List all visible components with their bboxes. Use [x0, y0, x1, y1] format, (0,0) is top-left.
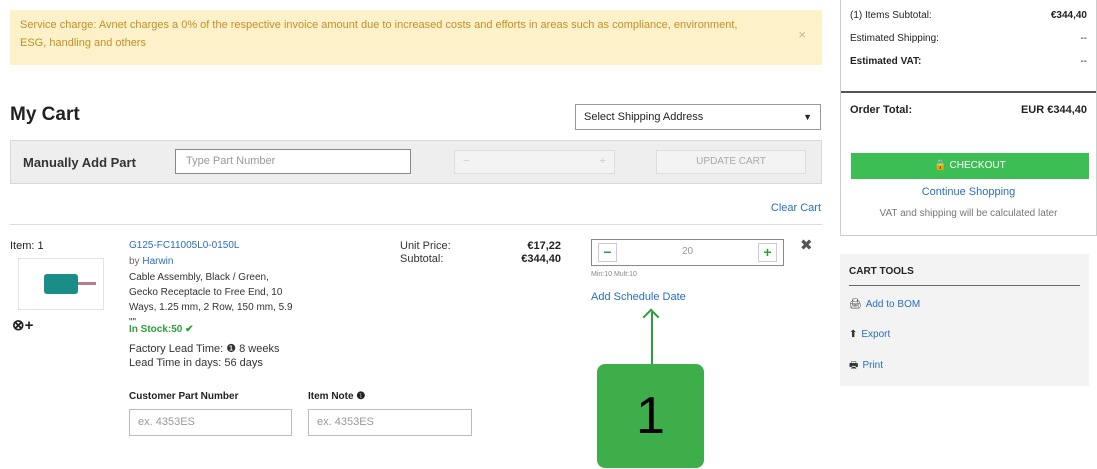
stock-status: In Stock:50 ✔	[129, 324, 194, 335]
service-charge-notice: Service charge: Avnet charges a 0% of th…	[10, 10, 822, 65]
tools-divider	[849, 285, 1080, 286]
subtotal-value: €344,40	[521, 253, 561, 265]
checkout-button[interactable]: 🔒 CHECKOUT	[851, 153, 1089, 179]
unit-price-value: €17,22	[527, 240, 561, 252]
compare-icon[interactable]: ⊗+	[12, 316, 33, 334]
subtotal-amount: €344,40	[1050, 10, 1087, 21]
shipping-select-label: Select Shipping Address	[584, 111, 704, 123]
cart-tools-panel: CART TOOLS 🖨 Add to BOM ⬆ Export 🖶 Print	[840, 254, 1089, 386]
manual-add-bar: Manually Add Part Type Part Number − + U…	[10, 140, 822, 184]
connector-image	[44, 274, 96, 294]
plus-icon: +	[599, 155, 606, 167]
bom-icon: 🖨	[849, 299, 862, 310]
close-icon[interactable]: ×	[798, 26, 806, 44]
item-number: Item: 1	[10, 240, 44, 252]
summary-row-shipping: Estimated Shipping: --	[850, 33, 1087, 44]
min-mult-info: Min:10 Mult:10	[591, 271, 637, 278]
subtotal-label: Subtotal:	[400, 253, 444, 265]
order-summary: (1) Items Subtotal: €344,40 Estimated Shi…	[840, 0, 1097, 236]
print-label: Print	[862, 360, 884, 371]
brand-link[interactable]: Harwin	[142, 256, 173, 267]
cart-tools-header: CART TOOLS	[849, 266, 914, 277]
by-label: by	[129, 256, 140, 267]
subtotal-label: (1) Items Subtotal:	[850, 10, 932, 21]
part-number-input[interactable]: Type Part Number	[175, 149, 411, 174]
unit-price-label: Unit Price:	[400, 240, 451, 252]
remove-item-icon[interactable]: ✖	[800, 236, 813, 254]
continue-shopping-link[interactable]: Continue Shopping	[841, 186, 1096, 198]
update-cart-button[interactable]: UPDATE CART	[656, 150, 806, 174]
divider	[10, 224, 822, 225]
quantity-stepper-disabled: − +	[454, 150, 615, 174]
product-description: Cable Assembly, Black / Green, Gecko Rec…	[129, 272, 293, 328]
add-to-bom-link[interactable]: 🖨 Add to BOM	[849, 299, 920, 310]
quantity-value[interactable]: 20	[592, 246, 783, 257]
export-icon: ⬆	[849, 329, 858, 340]
vat-note: VAT and shipping will be calculated late…	[879, 208, 1058, 219]
notice-text: Service charge: Avnet charges a 0% of th…	[20, 19, 738, 49]
item-note-label: Item Note ❶	[308, 391, 366, 402]
minus-icon: −	[463, 155, 470, 167]
product-image[interactable]	[18, 258, 104, 310]
summary-row-total: Order Total: EUR €344,40	[850, 104, 1087, 116]
clear-cart-link[interactable]: Clear Cart	[771, 202, 821, 214]
summary-row-subtotal: (1) Items Subtotal: €344,40	[850, 10, 1087, 21]
vat-amount: --	[1080, 56, 1087, 67]
total-amount: EUR €344,40	[1020, 104, 1087, 116]
shipping-address-select[interactable]: Select Shipping Address ▼	[575, 104, 821, 130]
caret-down-icon: ▼	[803, 112, 812, 122]
customer-part-label: Customer Part Number	[129, 391, 239, 402]
lead-time-days: Lead Time in days: 56 days	[129, 357, 263, 369]
summary-divider	[841, 91, 1096, 93]
annotation-badge: 1	[597, 364, 704, 468]
print-link[interactable]: 🖶 Print	[849, 358, 883, 375]
bom-label: Add to BOM	[865, 299, 921, 310]
factory-lead-time: Factory Lead Time: ❶ 8 weeks	[129, 343, 280, 355]
total-label: Order Total:	[850, 104, 913, 116]
vat-label: Estimated VAT:	[850, 56, 922, 67]
increment-button[interactable]: +	[758, 243, 777, 262]
summary-row-vat: Estimated VAT: --	[850, 56, 1087, 67]
add-schedule-date-link[interactable]: Add Schedule Date	[591, 291, 686, 303]
quantity-stepper[interactable]: − 20 +	[591, 239, 784, 266]
part-number-link[interactable]: G125-FC11005L0-0150L	[129, 240, 239, 251]
shipping-label: Estimated Shipping:	[850, 33, 939, 44]
print-icon: 🖶	[849, 360, 859, 371]
export-label: Export	[861, 329, 891, 340]
shipping-amount: --	[1080, 33, 1087, 44]
annotation-arrow	[651, 312, 653, 366]
manual-add-label: Manually Add Part	[23, 155, 136, 170]
page-title: My Cart	[10, 104, 80, 125]
export-link[interactable]: ⬆ Export	[849, 329, 890, 340]
manufacturer: by Harwin	[129, 256, 173, 267]
item-note-input[interactable]: ex. 4353ES	[308, 409, 472, 436]
customer-part-input[interactable]: ex. 4353ES	[129, 409, 292, 436]
